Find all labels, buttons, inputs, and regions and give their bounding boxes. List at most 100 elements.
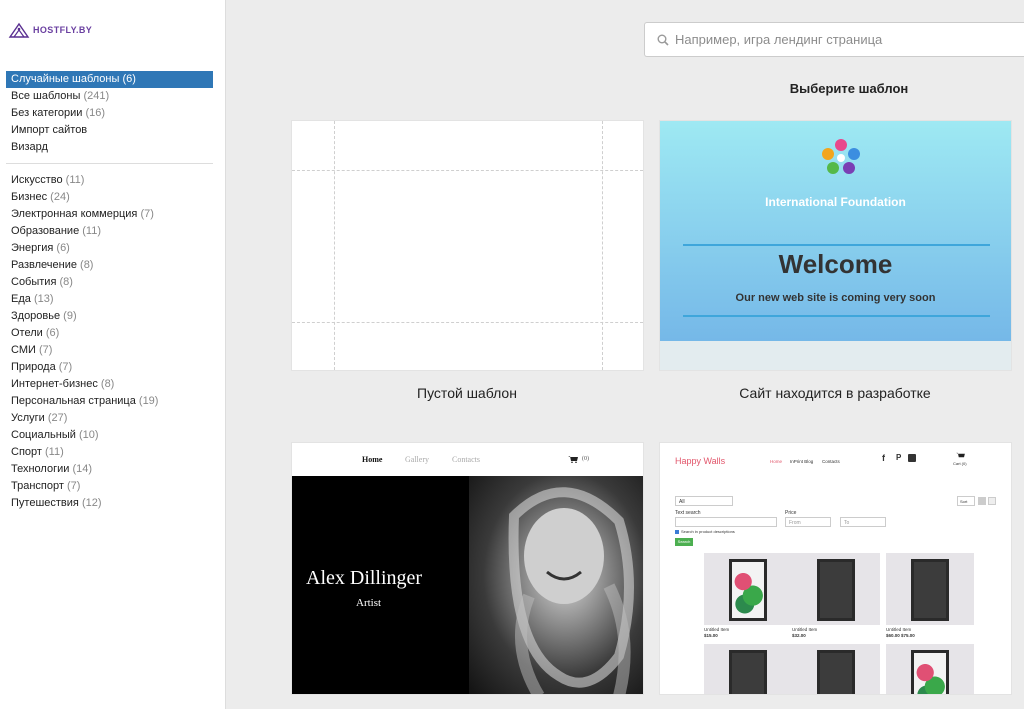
category-item-label: Развлечение: [11, 259, 77, 271]
category-item-count: (6): [45, 327, 60, 339]
primary-item[interactable]: Случайные шаблоны (6): [6, 71, 213, 88]
shop-cart-icon: [956, 452, 965, 458]
primary-item[interactable]: Импорт сайтов: [6, 122, 213, 139]
product-name: Untitled Item: [886, 627, 912, 632]
category-item[interactable]: Еда (13): [6, 291, 213, 308]
template-card-construction[interactable]: International Foundation Welcome Our new…: [659, 120, 1012, 371]
category-item[interactable]: Энергия (6): [6, 240, 213, 257]
logo-text: HOSTFLY.BY: [33, 25, 93, 35]
shop-nav-contacts: Contacts: [822, 459, 840, 464]
guide-line: [602, 121, 603, 370]
category-item[interactable]: Транспорт (7): [6, 478, 213, 495]
artist-nav-gallery: Gallery: [405, 455, 429, 464]
category-item-count: (19): [138, 395, 159, 407]
category-item[interactable]: Искусство (11): [6, 172, 213, 189]
category-item-label: Транспорт: [11, 480, 64, 492]
category-item[interactable]: Интернет-бизнес (8): [6, 376, 213, 393]
category-item-label: Искусство: [11, 174, 63, 186]
category-item[interactable]: Здоровье (9): [6, 308, 213, 325]
logo-icon: [8, 22, 30, 38]
text-search-label: Text search: [675, 510, 701, 516]
guide-line: [334, 121, 335, 370]
category-item-label: Бизнес: [11, 191, 48, 203]
category-item[interactable]: События (8): [6, 274, 213, 291]
primary-item[interactable]: Все шаблоны (241): [6, 88, 213, 105]
product-name: Untitled Item: [792, 627, 818, 632]
category-item-count: (11): [65, 174, 85, 186]
category-item-count: (7): [66, 480, 81, 492]
category-item-label: События: [11, 276, 57, 288]
category-item[interactable]: Электронная коммерция (7): [6, 206, 213, 223]
primary-item[interactable]: Визард: [6, 139, 213, 156]
category-item-count: (6): [56, 242, 70, 254]
template-card-artist[interactable]: Home Gallery Contacts (0) Alex Dillinger…: [291, 442, 644, 695]
search-box[interactable]: [644, 22, 1024, 57]
shop-cart-label: Cart (0): [953, 461, 967, 466]
category-item-count: (13): [33, 293, 54, 305]
category-item-label: Услуги: [11, 412, 45, 424]
category-item-label: Здоровье: [11, 310, 61, 322]
primary-item-count: (241): [83, 90, 110, 102]
category-select-value: All: [679, 499, 685, 505]
category-item[interactable]: Персональная страница (19): [6, 393, 213, 410]
template-card-shop[interactable]: Happy Walls Home InPrint Blog Contacts f…: [659, 442, 1012, 695]
category-item[interactable]: Природа (7): [6, 359, 213, 376]
product-thumb: [704, 553, 792, 625]
hostfly-logo[interactable]: HOSTFLY.BY: [8, 22, 92, 38]
category-item[interactable]: СМИ (7): [6, 342, 213, 359]
primary-item[interactable]: Без категории (16): [6, 105, 213, 122]
template-card-blank[interactable]: [291, 120, 644, 371]
shop-nav-home: Home: [770, 459, 783, 464]
category-item-label: Отели: [11, 327, 43, 339]
category-item[interactable]: Бизнес (24): [6, 189, 213, 206]
category-item[interactable]: Услуги (27): [6, 410, 213, 427]
list-view-icon: [988, 497, 996, 505]
primary-item-label: Без категории: [11, 107, 83, 119]
category-item[interactable]: Спорт (11): [6, 444, 213, 461]
category-item[interactable]: Путешествия (12): [6, 495, 213, 512]
product-thumb: [792, 644, 880, 694]
text-search-field: [675, 517, 777, 527]
sort-select: Sort: [957, 496, 975, 506]
category-item[interactable]: Отели (6): [6, 325, 213, 342]
social-icon: [908, 454, 916, 462]
page-heading: Выберите шаблон: [789, 81, 909, 96]
product-thumb: [886, 553, 974, 625]
category-item-label: Социальный: [11, 429, 76, 441]
category-item-label: Путешествия: [11, 497, 79, 509]
category-item-label: Технологии: [11, 463, 70, 475]
category-item[interactable]: Образование (11): [6, 223, 213, 240]
category-item-count: (8): [100, 378, 115, 390]
construction-subtitle: Our new web site is coming very soon: [735, 292, 936, 304]
primary-nav: Случайные шаблоны (6) Все шаблоны (241) Бе…: [6, 71, 213, 156]
primary-item-label: Все шаблоны: [11, 90, 81, 102]
facebook-icon: f: [882, 453, 885, 463]
category-item-label: Природа: [11, 361, 56, 373]
artist-nav-home: Home: [362, 455, 383, 464]
category-item-label: Персональная страница: [11, 395, 136, 407]
primary-item-count: (16): [85, 107, 106, 119]
artist-portrait-photo: [469, 476, 643, 694]
category-item-count: (8): [59, 276, 73, 288]
category-item-label: Образование: [11, 225, 80, 237]
guide-line: [292, 170, 643, 171]
category-item-count: (9): [63, 310, 77, 322]
product-price: $15.00: [704, 633, 718, 638]
category-item-count: (10): [78, 429, 99, 441]
category-select: All: [675, 496, 733, 506]
sidebar: HOSTFLY.BY Случайные шаблоны (6) Все шабл…: [0, 0, 226, 709]
category-item[interactable]: Социальный (10): [6, 427, 213, 444]
category-item-count: (27): [47, 412, 68, 424]
template-caption-construction: Сайт находится в разработке: [739, 385, 931, 401]
category-item-label: Энергия: [11, 242, 54, 254]
category-item[interactable]: Технологии (14): [6, 461, 213, 478]
price-from-field: From: [785, 517, 831, 527]
category-item[interactable]: Развлечение (8): [6, 257, 213, 274]
category-nav: Искусство (11) Бизнес (24) Электронная ком…: [6, 172, 213, 512]
shop-search-button: Search: [675, 538, 693, 546]
product-price: $32.00: [792, 633, 806, 638]
construction-org: International Foundation: [765, 195, 906, 209]
category-item-count: (8): [80, 259, 94, 271]
category-item-count: (12): [81, 497, 102, 509]
search-input[interactable]: [675, 32, 1005, 47]
